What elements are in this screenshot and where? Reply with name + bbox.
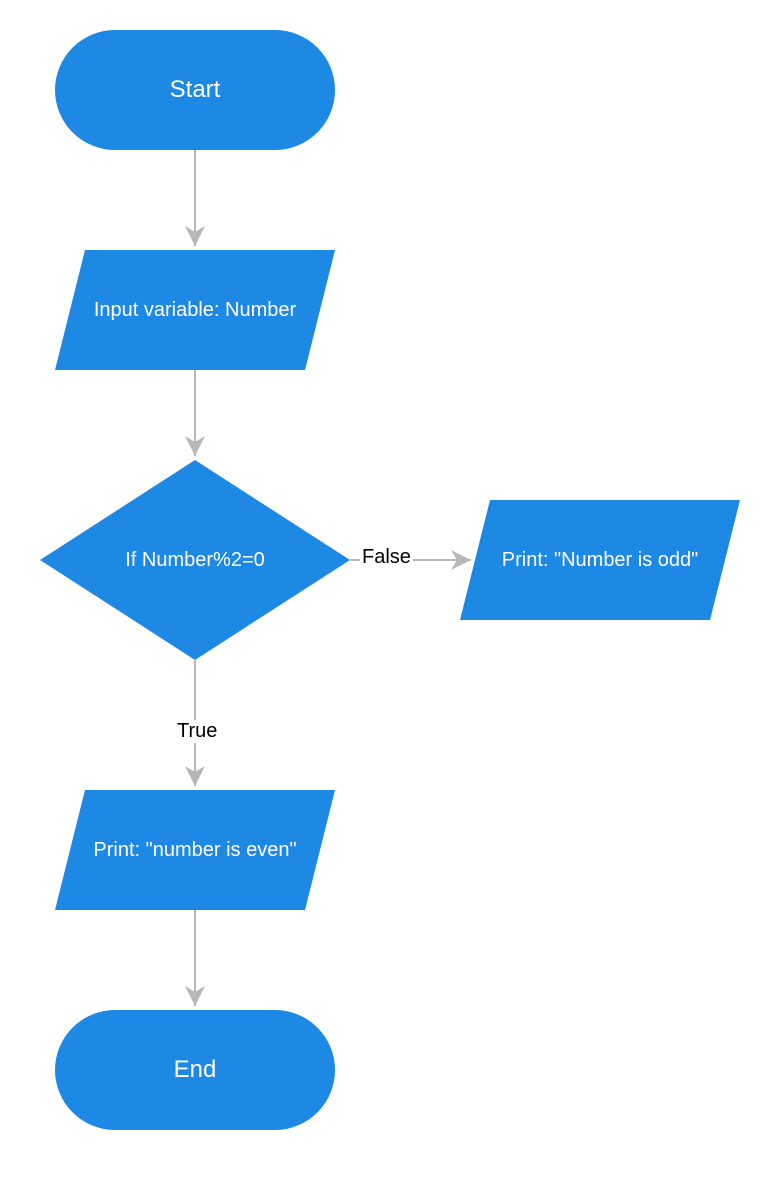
edge-label-true: True xyxy=(175,720,219,743)
decision-node xyxy=(40,460,350,660)
print-even-node xyxy=(55,790,335,910)
end-node xyxy=(55,1010,335,1130)
print-odd-node xyxy=(460,500,740,620)
flowchart-canvas xyxy=(0,0,766,1184)
input-node xyxy=(55,250,335,370)
start-node xyxy=(55,30,335,150)
edge-label-false: False xyxy=(360,546,413,569)
